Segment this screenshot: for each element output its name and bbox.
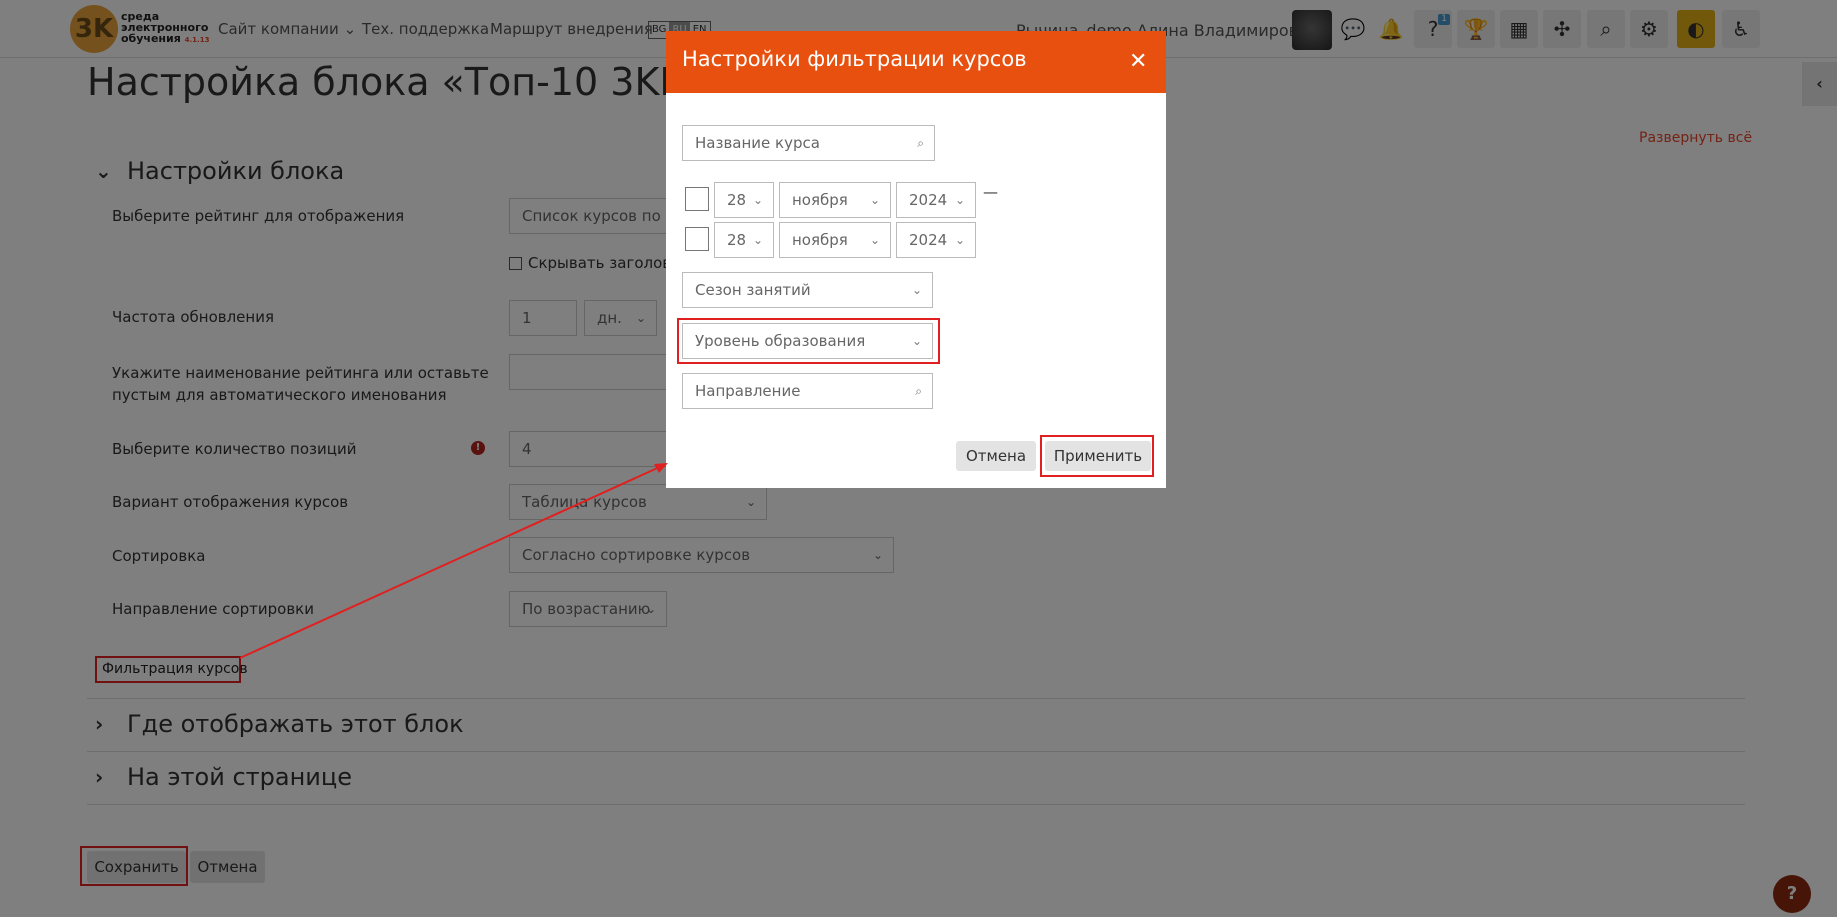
chevron-down-icon: ⌄ (752, 233, 763, 247)
chevron-down-icon: ⌄ (954, 193, 965, 207)
chevron-down-icon: ⌄ (752, 193, 763, 207)
search-icon: ⌕ (917, 136, 924, 150)
chevron-down-icon: ⌄ (911, 283, 922, 297)
education-level-highlight (677, 318, 940, 364)
date-to-month-select[interactable]: ноября ⌄ (779, 222, 891, 258)
apply-highlight (1040, 435, 1154, 477)
direction-input[interactable]: Направление ⌕ (682, 373, 933, 409)
date-from-month-select[interactable]: ноября ⌄ (779, 182, 891, 218)
date-to-day-select[interactable]: 28 ⌄ (714, 222, 774, 258)
date-from-year-select[interactable]: 2024 ⌄ (896, 182, 976, 218)
chevron-down-icon: ⌄ (869, 233, 880, 247)
close-icon[interactable]: ✕ (1129, 49, 1147, 74)
date-to-year-select[interactable]: 2024 ⌄ (896, 222, 976, 258)
chevron-down-icon: ⌄ (869, 193, 880, 207)
modal-cancel-button[interactable]: Отмена (956, 441, 1036, 471)
filter-settings-modal: Настройки фильтрации курсов ✕ Название к… (666, 31, 1166, 488)
course-name-input[interactable]: Название курса ⌕ (682, 125, 935, 161)
date-from-day-select[interactable]: 28 ⌄ (714, 182, 774, 218)
date-from-checkbox[interactable] (685, 187, 709, 211)
modal-title: Настройки фильтрации курсов (682, 47, 1027, 71)
date-range-dash: — (983, 183, 998, 201)
season-select[interactable]: Сезон занятий ⌄ (682, 272, 933, 308)
search-icon: ⌕ (915, 384, 922, 398)
modal-header: Настройки фильтрации курсов ✕ (666, 31, 1166, 93)
chevron-down-icon: ⌄ (954, 233, 965, 247)
date-to-checkbox[interactable] (685, 227, 709, 251)
